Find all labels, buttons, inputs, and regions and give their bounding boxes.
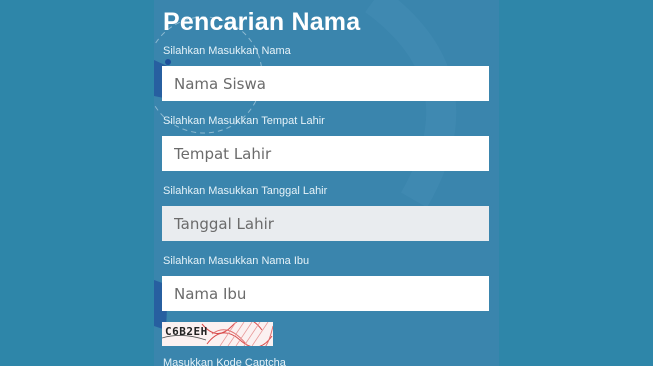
birthdate-label: Silahkan Masukkan Tanggal Lahir (163, 185, 328, 197)
mother-name-label: Silahkan Masukkan Nama Ibu (163, 255, 310, 267)
name-label: Silahkan Masukkan Nama (163, 45, 291, 57)
mother-name-input[interactable] (162, 276, 489, 311)
page-background: Pencarian Nama Silahkan Masukkan Nama Si… (0, 0, 653, 366)
captcha-image: C6B2EH (162, 322, 273, 346)
student-name-input[interactable] (162, 66, 489, 101)
birthplace-label: Silahkan Masukkan Tempat Lahir (163, 115, 325, 127)
captcha-code: C6B2EH (165, 325, 208, 338)
birthdate-input[interactable] (162, 206, 489, 241)
captcha-label: Masukkan Kode Captcha (163, 357, 286, 366)
page-title: Pencarian Nama (163, 8, 361, 36)
search-form-panel: Pencarian Nama Silahkan Masukkan Nama Si… (154, 0, 499, 366)
birthplace-input[interactable] (162, 136, 489, 171)
